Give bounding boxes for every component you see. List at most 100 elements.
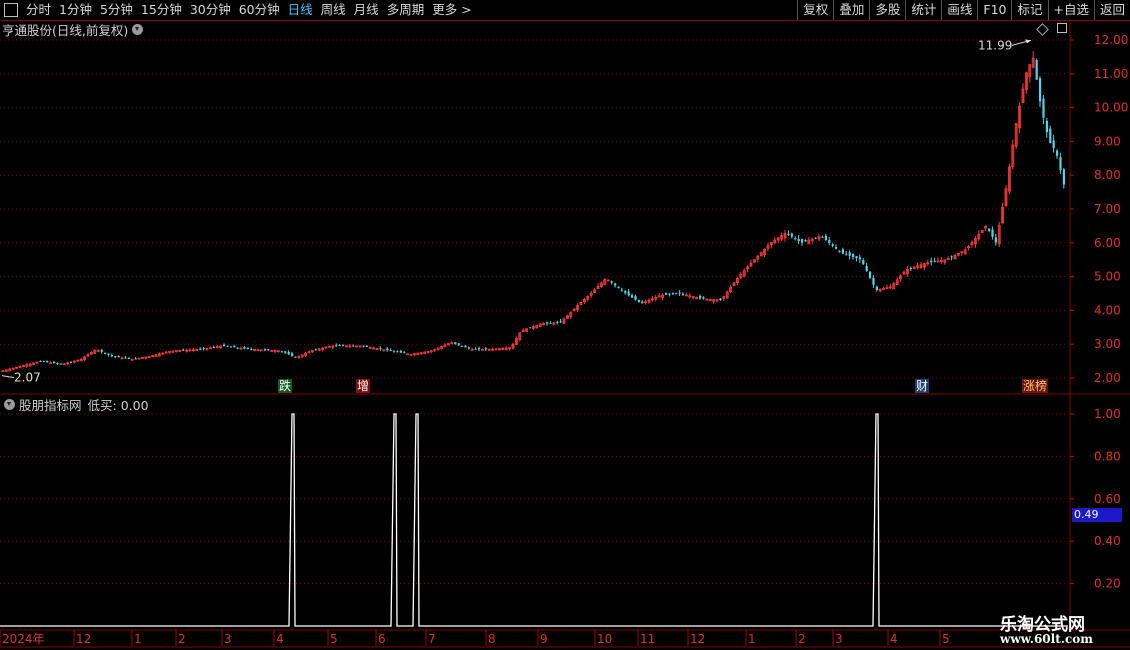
- candle-body: [875, 286, 878, 290]
- event-tag-1[interactable]: 增: [356, 379, 371, 393]
- candle-body: [549, 322, 552, 324]
- candle-body: [872, 277, 875, 285]
- candle-body: [787, 233, 790, 235]
- event-tag-0[interactable]: 跌: [278, 379, 293, 393]
- candle-body: [865, 265, 868, 272]
- time-label: 2024年: [2, 632, 45, 646]
- candle-body: [250, 349, 253, 351]
- candle-body: [107, 353, 110, 355]
- candle-body: [1039, 78, 1042, 102]
- candle-body: [233, 345, 236, 348]
- indicator-y-tick-label: 1.00: [1094, 407, 1121, 421]
- candle-body: [182, 349, 185, 351]
- candle-body: [845, 253, 848, 255]
- candle-body: [464, 345, 467, 348]
- candle-body: [930, 260, 933, 263]
- candle-body: [291, 353, 294, 356]
- candle-body: [457, 343, 460, 346]
- main-y-tick-label: 10.00: [1094, 101, 1128, 115]
- indicator-name: 股朋指标网: [19, 397, 82, 413]
- candle-body: [559, 321, 562, 323]
- candle-body: [59, 363, 62, 365]
- candle-body: [39, 361, 42, 363]
- candle-body: [474, 348, 477, 350]
- candle-body: [671, 292, 674, 295]
- time-label: 5: [942, 632, 950, 646]
- indicator-y-tick-label: 0.20: [1094, 577, 1121, 591]
- indicator-dropdown-icon[interactable]: [4, 398, 15, 410]
- event-tag-3[interactable]: 涨榜: [1022, 379, 1049, 393]
- candle-body: [294, 356, 297, 358]
- candle-body: [950, 256, 953, 258]
- candle-body: [610, 281, 613, 283]
- time-label: 6: [378, 632, 386, 646]
- main-y-tick-label: 9.00: [1094, 134, 1121, 148]
- indicator-line: [0, 413, 1068, 627]
- candle-body: [134, 358, 137, 360]
- candle-body: [814, 237, 817, 239]
- candle-body: [1035, 60, 1038, 80]
- candle-body: [352, 345, 355, 347]
- candle-body: [362, 345, 365, 347]
- candle-body: [641, 301, 644, 304]
- candle-body: [862, 259, 865, 265]
- candle-body: [1049, 128, 1052, 144]
- candle-body: [104, 352, 107, 354]
- candle-body: [668, 293, 671, 295]
- candle-body: [855, 256, 858, 259]
- time-label: 10: [597, 632, 612, 646]
- candle-body: [790, 233, 793, 237]
- main-y-tick-label: 12.00: [1094, 33, 1128, 47]
- candle-body: [399, 350, 402, 353]
- candle-body: [627, 291, 630, 296]
- candle-body: [484, 348, 487, 350]
- candle-body: [1042, 98, 1045, 118]
- candle-body: [617, 286, 620, 289]
- candle-body: [988, 228, 991, 231]
- candle-body: [342, 344, 345, 346]
- time-label: 5: [330, 632, 338, 646]
- candle-body: [335, 345, 338, 347]
- candle-body: [858, 257, 861, 260]
- high-label: 11.99: [978, 38, 1012, 52]
- main-y-tick-label: 4.00: [1094, 303, 1121, 317]
- time-label: 3: [224, 632, 232, 646]
- candle-body: [110, 354, 113, 357]
- candle-body: [556, 322, 559, 324]
- event-tag-2[interactable]: 财: [915, 379, 930, 393]
- candle-body: [454, 342, 457, 344]
- candle-body: [478, 348, 481, 350]
- candle-body: [824, 235, 827, 241]
- candle-body: [202, 348, 205, 350]
- time-label: 1: [134, 632, 142, 646]
- candle-body: [614, 283, 617, 286]
- indicator-y-tick-label: 0.40: [1094, 534, 1121, 548]
- candle-body: [909, 267, 912, 269]
- candle-body: [631, 295, 634, 298]
- watermark-url: www.60lt.com: [1000, 632, 1093, 646]
- candle-body: [314, 349, 317, 351]
- candle-body: [675, 293, 678, 295]
- candle-body: [831, 244, 834, 246]
- candle-body: [1052, 140, 1055, 149]
- low-label: 2.07: [14, 371, 41, 385]
- candle-body: [467, 347, 470, 349]
- candle-body: [46, 361, 49, 363]
- candle-body: [634, 296, 637, 300]
- time-label: 2: [798, 632, 806, 646]
- candle-body: [801, 238, 804, 243]
- candle-body: [620, 289, 623, 291]
- candle-body: [393, 351, 396, 353]
- candle-body: [835, 247, 838, 249]
- candle-body: [42, 361, 45, 363]
- candle-body: [821, 236, 824, 238]
- time-label: 11: [640, 632, 655, 646]
- candle-body: [403, 352, 406, 354]
- candle-body: [461, 345, 464, 347]
- candle-body: [226, 345, 229, 347]
- candle-body: [386, 348, 389, 351]
- indicator-y-tick-label: 0.80: [1094, 449, 1121, 463]
- candle-body: [678, 292, 681, 294]
- kline-chart[interactable]: 12.0011.0010.009.008.007.006.005.004.003…: [0, 0, 1130, 650]
- candle-body: [838, 251, 841, 253]
